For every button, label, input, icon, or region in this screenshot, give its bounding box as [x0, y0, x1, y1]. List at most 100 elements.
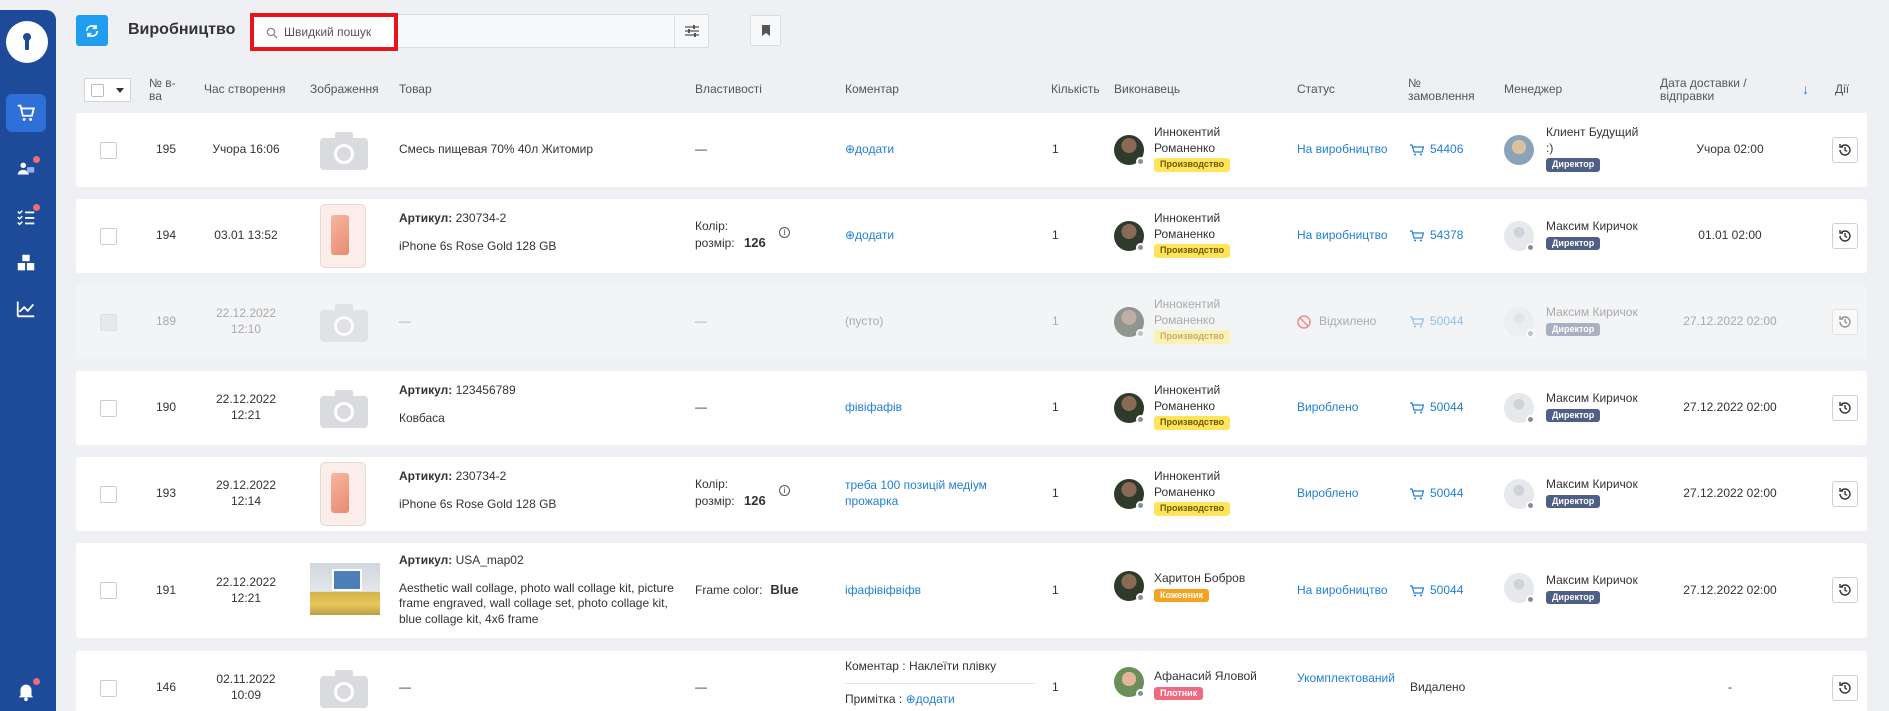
executor-name: Иннокентий Романенко: [1154, 469, 1221, 499]
table-row[interactable]: 189 22.12.2022 12:10 — — (пусто) 1 Иннок…: [76, 285, 1867, 359]
status-link[interactable]: Вироблено: [1297, 457, 1358, 531]
col-created[interactable]: Час створення: [204, 70, 286, 110]
camera-placeholder-icon: [320, 304, 368, 342]
order-number[interactable]: 54406: [1430, 142, 1463, 158]
sidebar-item-chat[interactable]: [6, 150, 46, 188]
history-button[interactable]: [1832, 137, 1858, 163]
role-badge: Директор: [1546, 408, 1601, 423]
col-qty[interactable]: Кількість: [1051, 70, 1100, 110]
product-image[interactable]: [320, 462, 366, 526]
row-checkbox[interactable]: [100, 486, 117, 503]
sku-value: 230734-2: [455, 211, 507, 225]
add-comment-link[interactable]: ⊕додати: [845, 113, 894, 187]
filter-button[interactable]: [674, 15, 708, 47]
info-icon[interactable]: i: [779, 227, 790, 238]
history-button[interactable]: [1832, 309, 1858, 335]
row-created: 29.12.2022 12:14: [215, 478, 277, 508]
row-checkbox[interactable]: [100, 228, 117, 245]
order-link[interactable]: 54406: [1410, 113, 1463, 187]
order-number[interactable]: 54378: [1430, 228, 1463, 244]
role-badge: Директор: [1546, 236, 1601, 251]
col-order[interactable]: № замовлення: [1408, 70, 1488, 110]
order-number[interactable]: 50044: [1430, 486, 1463, 502]
prop-label: Колір:: [695, 219, 729, 233]
history-button[interactable]: [1832, 395, 1858, 421]
row-id: 190: [155, 400, 177, 415]
order-number[interactable]: 50044: [1430, 400, 1463, 416]
row-checkbox[interactable]: [100, 582, 117, 599]
add-note-link[interactable]: ⊕додати: [906, 692, 955, 706]
info-icon[interactable]: i: [779, 485, 790, 496]
sort-arrow-icon[interactable]: ↓: [1802, 70, 1809, 110]
executor-name: Харитон Бобров: [1154, 571, 1246, 585]
col-status[interactable]: Статус: [1297, 70, 1335, 110]
status-link[interactable]: На виробництво: [1297, 199, 1388, 273]
role-badge: Директор: [1546, 590, 1601, 605]
sidebar-item-notifications[interactable]: [6, 672, 46, 710]
product-image[interactable]: [320, 204, 366, 268]
row-delivery: 27.12.2022 02:00: [1683, 486, 1777, 501]
select-all-dropdown[interactable]: [84, 78, 131, 102]
row-checkbox[interactable]: [100, 400, 117, 417]
row-created: Учора 16:06: [212, 142, 280, 157]
col-delivery[interactable]: Дата доставки / відправки: [1660, 70, 1780, 110]
status-link[interactable]: На виробництво: [1297, 543, 1388, 638]
table-row[interactable]: 195 Учора 16:06 Смесь пищевая 70% 40л Жи…: [76, 113, 1867, 187]
role-badge: Производство: [1154, 330, 1231, 344]
select-all-checkbox[interactable]: [91, 84, 104, 97]
row-checkbox[interactable]: [100, 142, 117, 159]
logo-icon[interactable]: [6, 21, 48, 63]
order-number[interactable]: 50044: [1430, 583, 1463, 599]
order-link[interactable]: 50044: [1410, 457, 1463, 531]
order-link[interactable]: 50044: [1410, 543, 1463, 638]
row-delivery: 27.12.2022 02:00: [1683, 400, 1777, 415]
table-row[interactable]: 190 22.12.2022 12:21 Артикул: 123456789 …: [76, 371, 1867, 445]
bookmark-button[interactable]: [750, 15, 781, 46]
add-comment-link[interactable]: ⊕додати: [845, 199, 894, 273]
cart-icon: [17, 104, 35, 121]
col-product[interactable]: Товар: [399, 70, 432, 110]
order-number[interactable]: 50044: [1430, 314, 1463, 330]
row-created: 22.12.2022 12:10: [215, 306, 277, 336]
avatar: [1114, 221, 1145, 252]
order-link[interactable]: 50044: [1410, 285, 1463, 359]
executor-name: Иннокентий Романенко: [1154, 297, 1221, 327]
table-header: № в-ва Час створення Зображення Товар Вл…: [76, 70, 1867, 110]
status-link[interactable]: Укомплектований: [1297, 671, 1395, 687]
col-manager[interactable]: Менеджер: [1504, 70, 1562, 110]
order-link[interactable]: 50044: [1410, 371, 1463, 445]
comment-link[interactable]: фівіфафів: [845, 371, 902, 445]
table-row[interactable]: 191 22.12.2022 12:21 Артикул: USA_map02 …: [76, 543, 1867, 638]
table-row[interactable]: 194 03.01 13:52 Артикул: 230734-2 iPhone…: [76, 199, 1867, 273]
search-input-box[interactable]: [250, 13, 398, 51]
history-icon: [1839, 144, 1851, 156]
avatar: [1114, 135, 1145, 166]
search-input[interactable]: [284, 23, 384, 41]
row-props: —: [695, 400, 707, 415]
history-button[interactable]: [1832, 675, 1858, 701]
history-button[interactable]: [1832, 223, 1858, 249]
col-num[interactable]: № в-ва: [149, 70, 183, 110]
table-row[interactable]: 146 02.11.2022 10:09 — — Коментар : Накл…: [76, 651, 1867, 711]
avatar: [1114, 307, 1145, 338]
comment-link[interactable]: іфафівіфвіфв: [845, 543, 921, 638]
sidebar-item-warehouse[interactable]: [6, 244, 46, 282]
sidebar-item-cart[interactable]: [6, 94, 46, 132]
chart-icon: [16, 301, 35, 318]
history-button[interactable]: [1832, 577, 1858, 603]
cart-icon: [1410, 402, 1424, 414]
comment-link[interactable]: треба 100 позицій медіум прожарка: [845, 457, 995, 531]
product-image[interactable]: [310, 563, 380, 615]
history-button[interactable]: [1832, 481, 1858, 507]
row-created: 03.01 13:52: [214, 228, 278, 243]
sidebar-item-analytics[interactable]: [6, 290, 46, 328]
row-checkbox[interactable]: [100, 680, 117, 697]
col-executor[interactable]: Виконавець: [1114, 70, 1180, 110]
status-link[interactable]: Вироблено: [1297, 371, 1358, 445]
refresh-button[interactable]: [76, 15, 108, 46]
table-row[interactable]: 193 29.12.2022 12:14 Артикул: 230734-2 i…: [76, 457, 1867, 531]
order-link[interactable]: 54378: [1410, 199, 1463, 273]
status-link[interactable]: На виробництво: [1297, 113, 1388, 187]
sidebar-item-tasks[interactable]: [6, 198, 46, 236]
topbar: Виробництво: [56, 0, 1889, 60]
